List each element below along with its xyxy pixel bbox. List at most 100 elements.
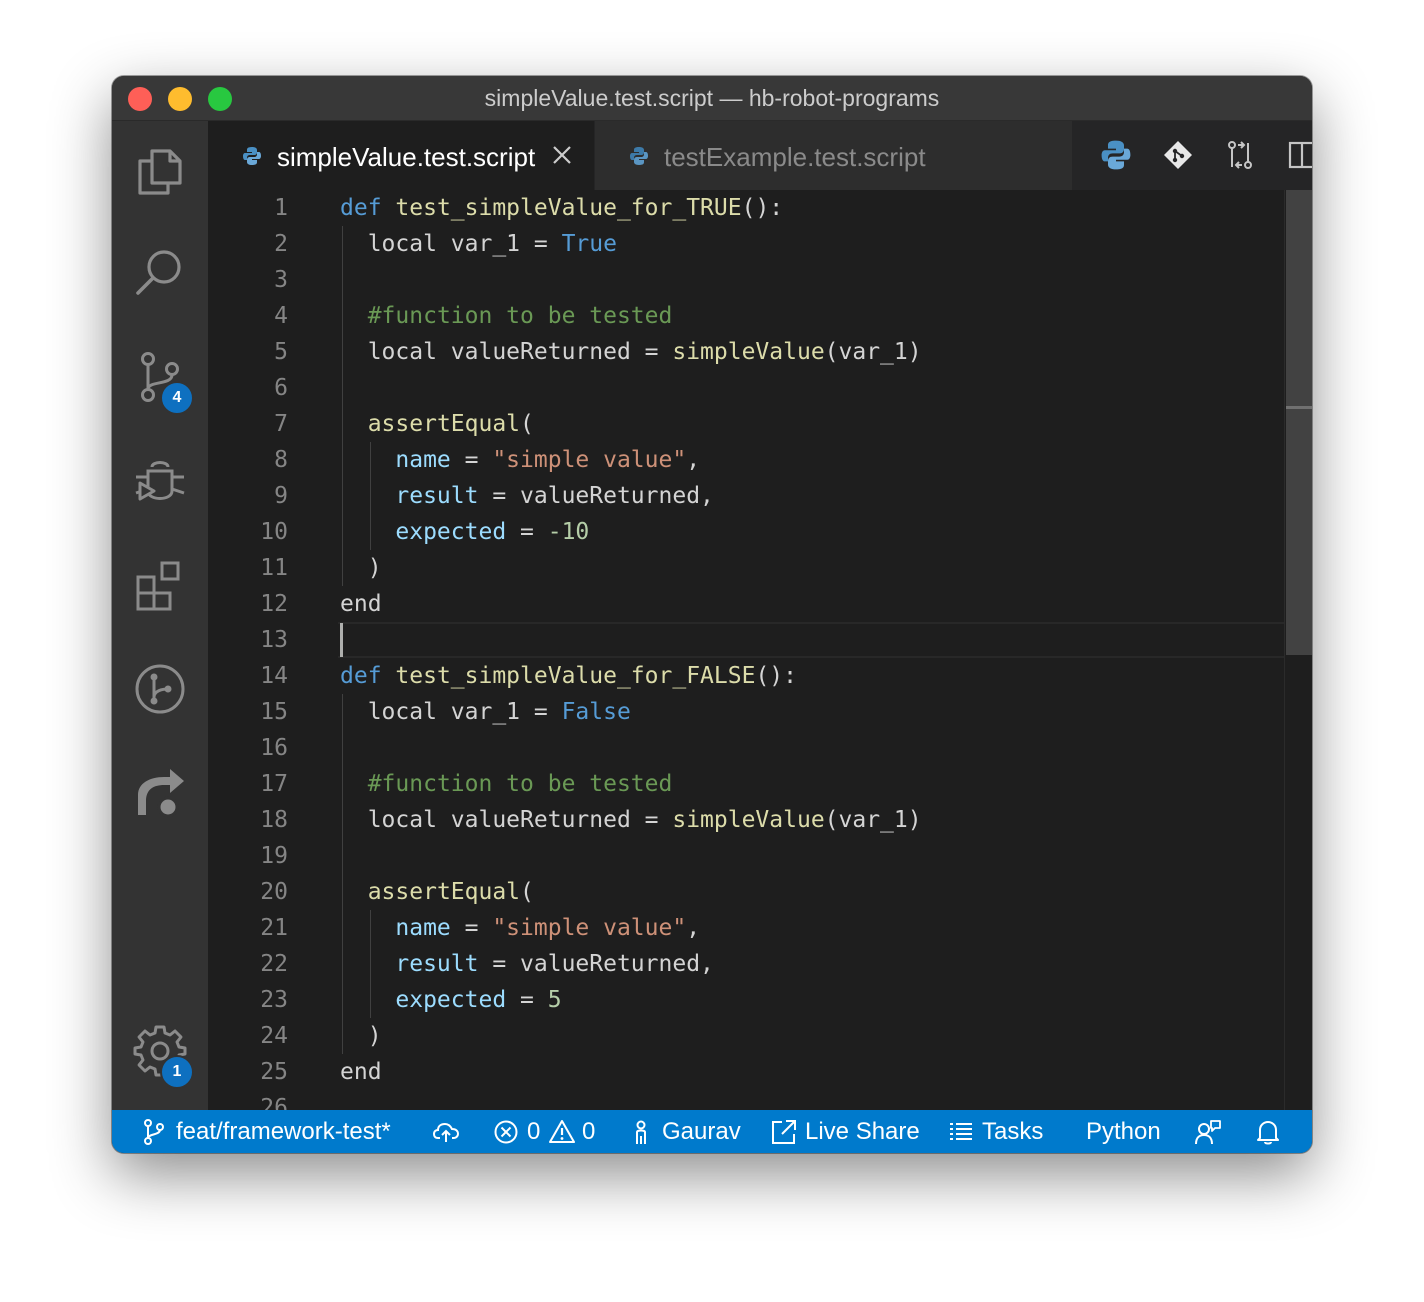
live-share-status[interactable]: Live Share: [771, 1110, 921, 1153]
branch-status[interactable]: feat/framework-test*: [142, 1110, 412, 1153]
code-text: expected = -10: [340, 514, 589, 550]
split-editor-icon[interactable]: [1286, 139, 1312, 171]
code-line[interactable]: 9 result = valueReturned,: [208, 478, 1284, 514]
tasks-status[interactable]: Tasks: [948, 1110, 1048, 1153]
code-token: expected: [395, 987, 507, 1013]
sync-button[interactable]: [432, 1110, 462, 1153]
code-token: expected: [395, 519, 507, 545]
code-token: local var_1 =: [367, 699, 562, 725]
live-share-button[interactable]: [112, 745, 208, 841]
line-number: 12: [260, 591, 288, 617]
code-line[interactable]: 18 local valueReturned = simpleValue(var…: [208, 802, 1284, 838]
compare-changes-icon[interactable]: [1224, 139, 1256, 171]
settings-button[interactable]: 1: [112, 1001, 208, 1097]
search-button[interactable]: [112, 225, 208, 321]
code-token: #function to be tested: [367, 303, 673, 329]
current-line-highlight: [338, 622, 1284, 658]
code-line[interactable]: 8 name = "simple value",: [208, 442, 1284, 478]
code-line[interactable]: 3: [208, 262, 1284, 298]
problems-status[interactable]: 0 0: [493, 1110, 603, 1153]
language-label: Python: [1086, 1118, 1161, 1145]
code-line[interactable]: 20 assertEqual(: [208, 874, 1284, 910]
editor-actions: [1074, 121, 1312, 190]
line-number: 13: [260, 627, 288, 653]
python-run-icon[interactable]: [1100, 139, 1132, 171]
code-line[interactable]: 17 #function to be tested: [208, 766, 1284, 802]
close-tab-icon[interactable]: [550, 143, 574, 167]
files-icon: [138, 149, 182, 195]
git-icon[interactable]: [1162, 139, 1194, 171]
code-token: ():: [741, 195, 784, 221]
code-text: #function to be tested: [340, 766, 673, 802]
git-graph-icon: [135, 664, 185, 714]
code-line[interactable]: 16: [208, 730, 1284, 766]
code-editor[interactable]: 1 def test_simpleValue_for_TRUE(): 2 local…: [208, 190, 1312, 1110]
tab-testexample[interactable]: testExample.test.script: [595, 121, 1072, 190]
code-token: local var_1 =: [367, 231, 562, 257]
tab-simplevalue[interactable]: simpleValue.test.script: [208, 121, 594, 190]
cloud-upload-icon: [432, 1122, 460, 1142]
code-token: simpleValue: [672, 339, 825, 365]
scrollbar-thumb[interactable]: [1286, 190, 1312, 655]
code-line[interactable]: 25 end: [208, 1054, 1284, 1090]
code-line[interactable]: 14 def test_simpleValue_for_FALSE():: [208, 658, 1284, 694]
code-line[interactable]: 1 def test_simpleValue_for_TRUE():: [208, 190, 1284, 226]
code-text: ): [340, 1018, 382, 1054]
code-line[interactable]: 2 local var_1 = True: [208, 226, 1284, 262]
code-text: def test_simpleValue_for_TRUE():: [340, 190, 783, 226]
branch-name: feat/framework-test*: [176, 1118, 391, 1145]
line-number: 2: [274, 231, 288, 257]
code-token: def: [340, 195, 382, 221]
code-line[interactable]: 12 end: [208, 586, 1284, 622]
user-status[interactable]: Gaurav: [632, 1110, 742, 1153]
live-share-label: Live Share: [805, 1118, 920, 1145]
git-graph-button[interactable]: [112, 641, 208, 737]
code-token: = valueReturned,: [478, 483, 714, 509]
explorer-button[interactable]: [112, 121, 208, 217]
feedback-button[interactable]: [1194, 1110, 1224, 1153]
title-bar: simpleValue.test.script — hb-robot-progr…: [112, 76, 1312, 121]
source-control-button[interactable]: 4: [112, 329, 208, 425]
line-number: 15: [260, 699, 288, 725]
window-title: simpleValue.test.script — hb-robot-progr…: [484, 85, 940, 111]
code-line[interactable]: 5 local valueReturned = simpleValue(var_…: [208, 334, 1284, 370]
code-token: =: [506, 519, 548, 545]
code-token: end: [340, 591, 382, 617]
code-line[interactable]: 26: [208, 1090, 1284, 1110]
code-line[interactable]: 23 expected = 5: [208, 982, 1284, 1018]
code-token: (: [520, 411, 534, 437]
run-debug-button[interactable]: [112, 433, 208, 529]
text-cursor: [340, 623, 343, 657]
code-token: assertEqual: [367, 879, 521, 905]
code-token: (var_1): [824, 339, 922, 365]
extensions-button[interactable]: [112, 537, 208, 633]
code-token: #function to be tested: [367, 771, 673, 797]
code-line[interactable]: 22 result = valueReturned,: [208, 946, 1284, 982]
code-token: ): [367, 555, 382, 581]
code-line[interactable]: 13: [208, 622, 1284, 658]
code-text: end: [340, 586, 382, 622]
tab-bar: simpleValue.test.script testExample.test…: [208, 121, 1312, 190]
code-line[interactable]: 4 #function to be tested: [208, 298, 1284, 334]
code-text: name = "simple value",: [340, 910, 700, 946]
code-text: result = valueReturned,: [340, 946, 714, 982]
code-line[interactable]: 15 local var_1 = False: [208, 694, 1284, 730]
line-number: 26: [260, 1095, 288, 1110]
code-line[interactable]: 7 assertEqual(: [208, 406, 1284, 442]
code-line[interactable]: 24 ): [208, 1018, 1284, 1054]
vertical-scrollbar[interactable]: [1284, 190, 1312, 1110]
code-token: test_simpleValue_for_TRUE: [395, 195, 742, 221]
notifications-button[interactable]: [1256, 1110, 1286, 1153]
code-line[interactable]: 11 ): [208, 550, 1284, 586]
python-file-icon: [243, 147, 261, 165]
code-token: (: [520, 879, 534, 905]
settings-badge: 1: [160, 1055, 194, 1089]
feedback-icon: [1195, 1120, 1221, 1145]
code-text: local valueReturned = simpleValue(var_1): [340, 334, 922, 370]
code-line[interactable]: 6: [208, 370, 1284, 406]
language-mode[interactable]: Python: [1086, 1110, 1166, 1153]
code-line[interactable]: 19: [208, 838, 1284, 874]
code-line[interactable]: 10 expected = -10: [208, 514, 1284, 550]
code-line[interactable]: 21 name = "simple value",: [208, 910, 1284, 946]
